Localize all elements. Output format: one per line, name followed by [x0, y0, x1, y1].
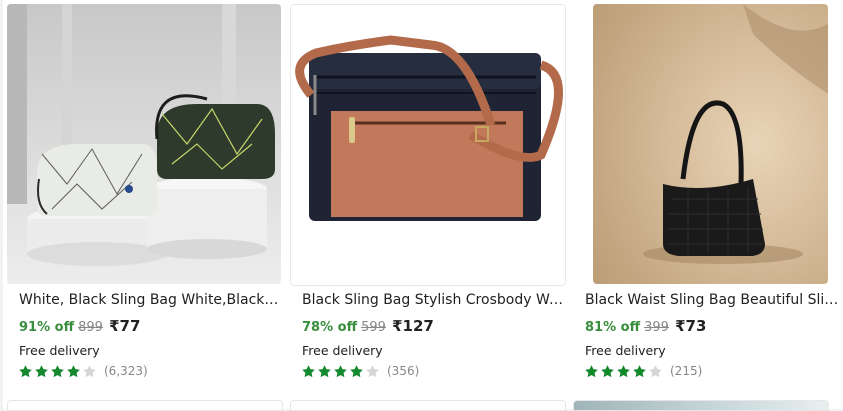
- product-image[interactable]: [290, 4, 566, 286]
- star-filled-icon: [67, 364, 80, 377]
- star-filled-icon: [35, 364, 48, 377]
- mrp-price: 399: [644, 320, 669, 335]
- star-filled-icon: [601, 364, 614, 377]
- star-filled-icon: [617, 364, 630, 377]
- product-image[interactable]: [593, 4, 828, 284]
- star-filled-icon: [633, 364, 646, 377]
- rating-count: (215): [670, 364, 703, 378]
- mrp-price: 899: [78, 320, 103, 335]
- rating-count: (6,323): [104, 364, 148, 378]
- price-row: 91% off 899 ₹77: [19, 317, 140, 335]
- discount-label: 78% off: [302, 320, 358, 335]
- star-filled-icon: [19, 364, 32, 377]
- star-filled-icon: [51, 364, 64, 377]
- star-filled-icon: [318, 364, 331, 377]
- rating-stars: [584, 364, 664, 379]
- price-row: 81% off 399 ₹73: [585, 317, 706, 335]
- product-title[interactable]: Black Waist Sling Bag Beautiful Sling ..…: [585, 292, 841, 308]
- delivery-info: Free delivery: [302, 343, 383, 358]
- discount-label: 81% off: [585, 320, 641, 335]
- next-card-edge: [573, 400, 829, 411]
- rating-row: (6,323): [18, 362, 148, 380]
- next-card-edge: [7, 400, 283, 411]
- product-card[interactable]: White, Black Sling Bag White,Black Sli..…: [3, 0, 286, 411]
- star-filled-icon: [585, 364, 598, 377]
- star-empty-icon: [649, 364, 662, 377]
- star-filled-icon: [302, 364, 315, 377]
- discount-label: 91% off: [19, 320, 75, 335]
- rating-row: (356): [301, 362, 419, 380]
- product-image[interactable]: [7, 4, 281, 284]
- rating-stars: [18, 364, 98, 379]
- rating-row: (215): [584, 362, 702, 380]
- product-title[interactable]: Black Sling Bag Stylish Crosbody Wo...: [302, 292, 564, 308]
- selling-price: ₹73: [675, 317, 707, 335]
- star-empty-icon: [83, 364, 96, 377]
- product-card[interactable]: Black Sling Bag Stylish Crosbody Wo... 7…: [286, 0, 569, 411]
- star-filled-icon: [334, 364, 347, 377]
- rating-count: (356): [387, 364, 420, 378]
- selling-price: ₹127: [392, 317, 434, 335]
- product-card[interactable]: Black Waist Sling Bag Beautiful Sling ..…: [569, 0, 843, 411]
- product-title[interactable]: White, Black Sling Bag White,Black Sli..…: [19, 292, 281, 308]
- delivery-info: Free delivery: [19, 343, 100, 358]
- next-card-edge: [290, 400, 566, 411]
- selling-price: ₹77: [109, 317, 141, 335]
- star-filled-icon: [350, 364, 363, 377]
- star-empty-icon: [366, 364, 379, 377]
- rating-stars: [301, 364, 381, 379]
- delivery-info: Free delivery: [585, 343, 666, 358]
- price-row: 78% off 599 ₹127: [302, 317, 434, 335]
- mrp-price: 599: [361, 320, 386, 335]
